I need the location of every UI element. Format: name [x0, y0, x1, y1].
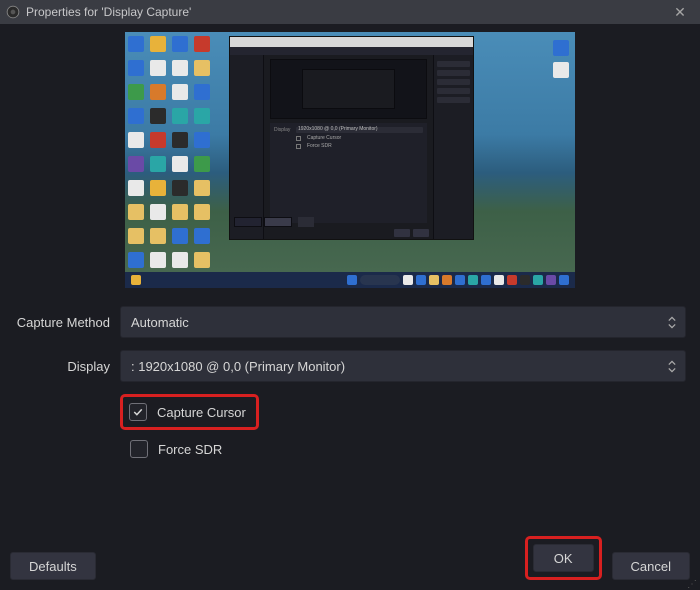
preview-area: Display1920x1080 @ 0,0 (Primary Monitor)… [0, 24, 700, 306]
display-value: : 1920x1080 @ 0,0 (Primary Monitor) [131, 359, 345, 374]
ok-button[interactable]: OK [533, 544, 594, 572]
force-sdr-label: Force SDR [158, 442, 222, 457]
close-icon[interactable]: ✕ [666, 4, 694, 21]
properties-form: Capture Method Automatic Display : 1920x… [0, 306, 700, 458]
resize-grip-icon[interactable]: ⋰ [687, 582, 698, 588]
capture-cursor-checkbox[interactable] [129, 403, 147, 421]
nested-obs-window: Display1920x1080 @ 0,0 (Primary Monitor)… [229, 36, 474, 240]
titlebar: Properties for 'Display Capture' ✕ [0, 0, 700, 24]
capture-method-value: Automatic [131, 315, 189, 330]
force-sdr-checkbox[interactable] [130, 440, 148, 458]
ok-highlight: OK [525, 536, 602, 580]
display-label: Display [14, 359, 120, 374]
desktop-icons [128, 36, 212, 272]
capture-method-label: Capture Method [14, 315, 120, 330]
cancel-button[interactable]: Cancel [612, 552, 690, 580]
taskbar [125, 272, 575, 288]
display-preview: Display1920x1080 @ 0,0 (Primary Monitor)… [125, 32, 575, 288]
obs-icon [6, 5, 20, 19]
display-row: Display : 1920x1080 @ 0,0 (Primary Monit… [14, 350, 686, 382]
stepper-icon[interactable] [663, 311, 681, 333]
window-title: Properties for 'Display Capture' [26, 5, 191, 19]
display-select[interactable]: : 1920x1080 @ 0,0 (Primary Monitor) [120, 350, 686, 382]
capture-method-row: Capture Method Automatic [14, 306, 686, 338]
capture-cursor-row[interactable]: Capture Cursor [120, 394, 259, 430]
desktop-icons-right [553, 40, 569, 78]
button-bar: Defaults OK Cancel [10, 536, 690, 580]
force-sdr-row[interactable]: Force SDR [130, 440, 686, 458]
capture-method-select[interactable]: Automatic [120, 306, 686, 338]
defaults-button[interactable]: Defaults [10, 552, 96, 580]
stepper-icon[interactable] [663, 355, 681, 377]
capture-cursor-label: Capture Cursor [157, 405, 246, 420]
